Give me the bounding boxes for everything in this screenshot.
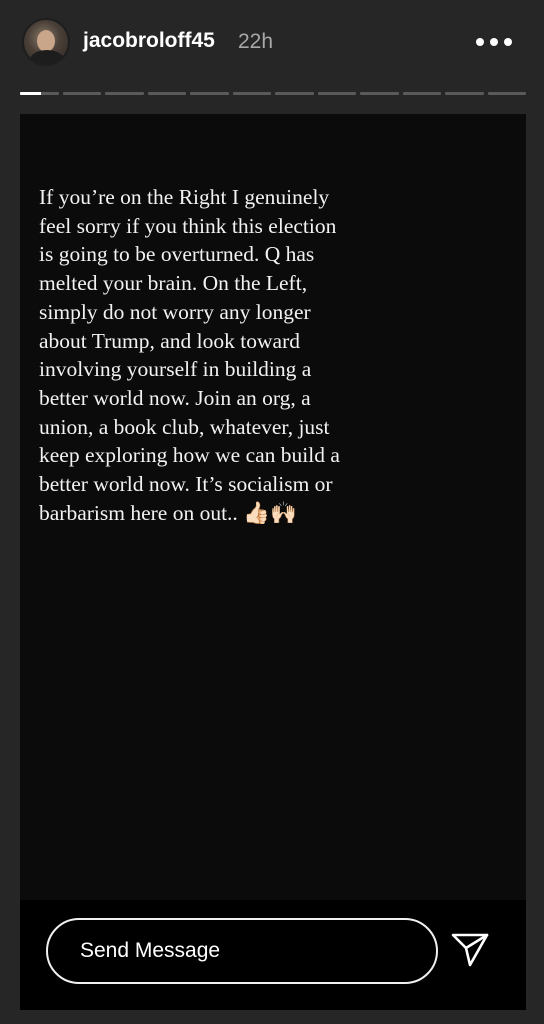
story-text-line: feel sorry if you think this election: [39, 213, 337, 238]
avatar[interactable]: [22, 18, 70, 66]
progress-segment: [275, 92, 314, 95]
progress-segment: [20, 92, 59, 95]
story-progress-bar: [20, 92, 526, 95]
avatar-face: [37, 30, 55, 52]
story-header: jacobroloff45 22h: [0, 0, 544, 86]
more-dot: [476, 38, 484, 46]
more-options-icon[interactable]: [476, 30, 512, 54]
story-text-line: about Trump, and look toward: [39, 328, 300, 353]
story-text-line: involving yourself in building a: [39, 357, 312, 382]
progress-segment: [62, 92, 101, 95]
story-text-line: keep exploring how we can build a: [39, 443, 340, 468]
progress-segment: [487, 92, 526, 95]
story-text-line: better world now. Join an org, a: [39, 385, 311, 410]
story-text: If you’re on the Right I genuinely feel s…: [39, 183, 419, 527]
avatar-body: [30, 50, 64, 64]
more-dot: [490, 38, 498, 46]
reply-bar: [20, 900, 526, 1010]
progress-segment: [147, 92, 186, 95]
timestamp: 22h: [238, 30, 274, 53]
progress-segment: [317, 92, 356, 95]
story-text-line: is going to be overturned. Q has: [39, 242, 315, 267]
progress-segment-fill: [20, 92, 42, 95]
username[interactable]: jacobroloff45: [83, 29, 215, 53]
story-viewer: jacobroloff45 22h If you’re on the Right…: [0, 0, 544, 1024]
progress-segment: [190, 92, 229, 95]
send-icon[interactable]: [448, 927, 492, 971]
story-text-line: barbarism here on out.. 👍🏻🙌🏻: [39, 500, 297, 525]
progress-segment: [105, 92, 144, 95]
story-content[interactable]: If you’re on the Right I genuinely feel s…: [20, 114, 526, 1010]
progress-segment: [402, 92, 441, 95]
story-text-line: better world now. It’s socialism or: [39, 472, 333, 497]
more-dot: [504, 38, 512, 46]
progress-segment: [232, 92, 271, 95]
story-text-line: union, a book club, whatever, just: [39, 414, 330, 439]
send-message-input[interactable]: [46, 918, 438, 984]
progress-segment: [445, 92, 484, 95]
progress-segment: [360, 92, 399, 95]
story-text-line: If you’re on the Right I genuinely: [39, 185, 330, 209]
story-text-line: simply do not worry any longer: [39, 299, 311, 324]
story-text-line: melted your brain. On the Left,: [39, 271, 308, 296]
